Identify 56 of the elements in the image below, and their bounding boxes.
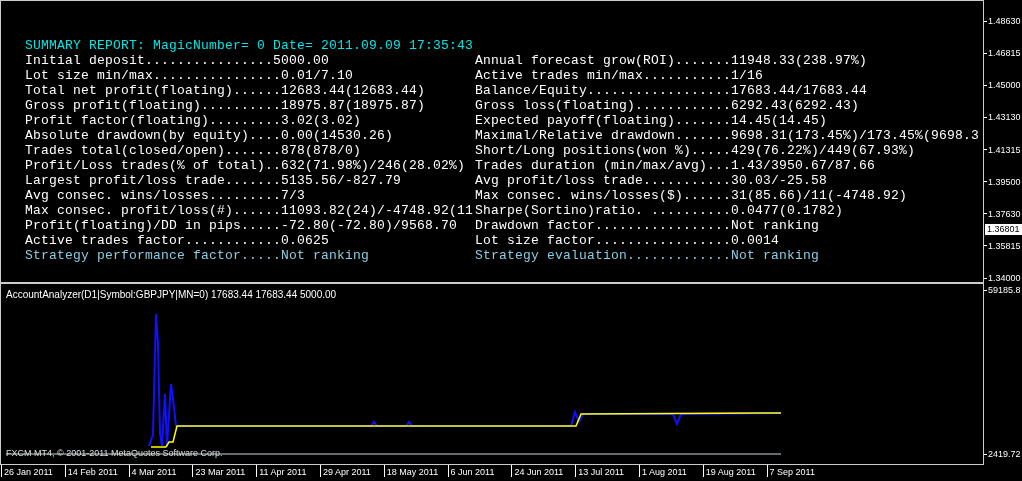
price-axis-label: 1.39500 <box>984 176 1022 187</box>
time-axis-label: 19 Aug 2011 <box>702 465 767 477</box>
price-axis-label: 1.37630 <box>984 208 1022 219</box>
report-line: Lot size min/max................0.01/7.10 <box>25 68 355 83</box>
time-axis-label: 6 Jun 2011 <box>447 465 512 477</box>
report-line: Trades duration (min/max/avg)...1.43/3950.67/87.66 <box>475 158 877 173</box>
report-line: Sharpe(Sortino)ratio. ..........0.0477(0.1782) <box>475 203 845 218</box>
time-axis-label: 14 Feb 2011 <box>64 465 129 477</box>
report-line: Short/Long positions(won %).....429(76.22%)/449(67.93%) <box>475 143 917 158</box>
report-line: Annual forecast grow(ROI).......11948.33(238.97%) <box>475 53 869 68</box>
report-line: Active trades min/max...........1/16 <box>475 68 765 83</box>
time-axis-label: 18 May 2011 <box>383 465 448 477</box>
time-axis-label: 7 Sep 2011 <box>766 465 831 477</box>
price-axis-label: 1.45000 <box>984 80 1022 91</box>
price-axis-label: 1.46815 <box>984 48 1022 59</box>
copyright-text: FXCM MT4, © 2001-2011 MetaQuotes Software Corp. <box>6 448 223 458</box>
report-line: Max consec. wins/losses($)......31(85.66)/11(-4748.92) <box>475 188 909 203</box>
report-line: Initial deposit................5000.00 <box>25 53 331 68</box>
report-title: SUMMARY REPORT: MagicNumber= 0 Date= 2011.09.09 17:35:43 <box>25 38 475 53</box>
report-line: Avg profit/loss trade...........30.03/-25.58 <box>475 173 829 188</box>
report-line: Expected payoff(floating).......14.45(14.45) <box>475 113 829 128</box>
indicator-axis-label: 2419.72 <box>984 449 1022 459</box>
report-line: Balance/Equity..................17683.44/17683.44 <box>475 83 869 98</box>
time-axis-label: 24 Jun 2011 <box>511 465 576 477</box>
report-line: Total net profit(floating)......12683.44(12683.44) <box>25 83 427 98</box>
report-line: Avg consec. wins/losses.........7/3 <box>25 188 307 203</box>
report-line: Gross loss(floating)............6292.43(6292.43) <box>475 98 861 113</box>
report-line: Profit(floating)/DD in pips.....-72.80(-72.80)/9568.70 <box>25 218 459 233</box>
price-axis-label: 1.41315 <box>984 144 1022 155</box>
report-line: Absolute drawdown(by equity)....0.00(14530.26) <box>25 128 395 143</box>
time-axis-label: 11 Apr 2011 <box>256 465 320 477</box>
time-axis-label: 4 Mar 2011 <box>128 465 193 477</box>
price-axis-label: 1.35815 <box>984 240 1022 251</box>
price-axis-label: 1.43130 <box>984 112 1022 123</box>
report-line: Profit/Loss trades(% of total)..632(71.98%)/246(28.02%) <box>25 158 467 173</box>
time-axis-label: 29 Apr 2011 <box>320 465 384 477</box>
indicator-axis-label: 59185.8 <box>984 285 1022 295</box>
report-line: Trades total(closed/open).......878(878/0) <box>25 143 363 158</box>
indicator-label: AccountAnalyzer(D1|Symbol:GBPJPY|MN=0) 17683.44 17683.44 5000.00 <box>6 289 337 300</box>
report-line: Strategy performance factor.....Not ranking <box>25 248 371 263</box>
report-line: Strategy evaluation.............Not ranking <box>475 248 821 263</box>
report-line: Lot size factor.................0.0014 <box>475 233 781 248</box>
report-line: Drawdown factor.................Not ranking <box>475 218 821 233</box>
report-line: Largest profit/loss trade.......5135.56/-827.79 <box>25 173 403 188</box>
report-line: Profit factor(floating).........3.02(3.02) <box>25 113 363 128</box>
time-axis-label: 13 Jul 2011 <box>575 465 639 477</box>
time-axis-label: 26 Jan 2011 <box>1 465 65 477</box>
time-axis-label: 1 Aug 2011 <box>638 465 703 477</box>
price-axis-label: 1.48630 <box>984 16 1022 26</box>
price-axis-label: 1.34000 <box>984 273 1022 283</box>
current-price-label: 1.36801 <box>985 224 1022 235</box>
report-line: Max consec. profit/loss(#)......11093.82(24)/-4748.92(11 <box>25 203 475 218</box>
time-axis-label: 23 Mar 2011 <box>192 465 257 477</box>
report-line: Active trades factor............0.0625 <box>25 233 331 248</box>
report-line: Gross profit(floating)..........18975.87(18975.87) <box>25 98 427 113</box>
report-line: Maximal/Relative drawdown.......9698.31(173.45%)/173.45%(9698.3 <box>475 128 981 143</box>
